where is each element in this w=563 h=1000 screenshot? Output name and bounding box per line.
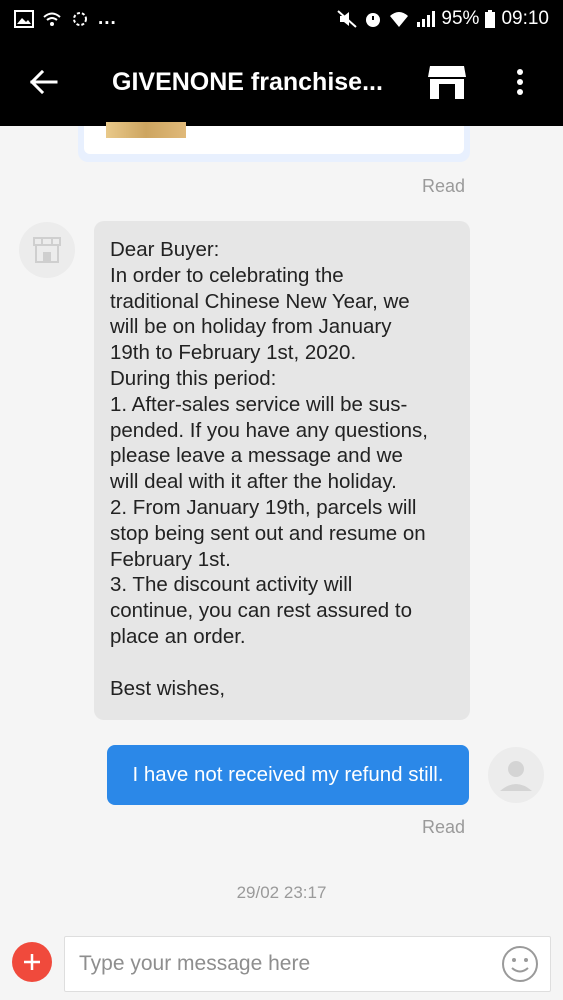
read-receipt: Read: [421, 817, 465, 837]
message-line: Best wishes,: [110, 676, 226, 700]
alarm-icon: [366, 13, 381, 27]
message-line: continue, you can rest assured to: [110, 599, 412, 623]
signal-icon: [417, 11, 436, 27]
add-attachment-button[interactable]: [12, 942, 52, 982]
battery-icon: [485, 10, 496, 28]
read-receipt: Read: [421, 176, 465, 196]
status-bar: ... 95% 09:10: [0, 0, 563, 38]
emoji-icon[interactable]: [500, 944, 540, 984]
store-avatar[interactable]: [19, 222, 75, 278]
app-bar: GIVENONE franchise...: [0, 38, 563, 126]
person-icon: [500, 761, 532, 791]
message-line: February 1st.: [110, 547, 231, 571]
outgoing-message-bubble[interactable]: I have not received my refund still.: [107, 745, 469, 805]
message-line: 1. After-sales service will be sus-: [110, 392, 408, 416]
battery-percent: 95%: [441, 8, 480, 29]
conversation-title: GIVENONE franchise...: [112, 67, 383, 96]
wifi-notification-icon: [43, 12, 61, 26]
product-thumbnail[interactable]: [106, 122, 186, 138]
message-line: In order to celebrating the: [110, 263, 344, 287]
message-line: Dear Buyer:: [110, 238, 220, 261]
message-composer: [0, 930, 563, 1000]
message-line: pended. If you have any questions,: [110, 418, 428, 442]
clock: 09:10: [501, 8, 549, 29]
message-line: place an order.: [110, 624, 246, 648]
store-icon: [33, 237, 61, 263]
plus-icon: [24, 954, 40, 970]
back-button[interactable]: [14, 52, 74, 112]
sync-notification-icon: [73, 12, 87, 26]
store-button[interactable]: [422, 57, 472, 107]
image-notification-icon: [14, 10, 34, 28]
message-line: will deal with it after the holiday.: [110, 470, 397, 494]
wifi-icon: [390, 12, 409, 27]
message-line: 3. The discount activity will: [110, 573, 353, 597]
chat-area[interactable]: Read Dear Buyer: In order to celebrating…: [0, 122, 563, 930]
more-notifications-indicator: ...: [98, 8, 117, 29]
message-line: traditional Chinese New Year, we: [110, 289, 410, 313]
message-line: please leave a message and we: [110, 444, 403, 468]
store-icon: [428, 66, 466, 99]
message-line: During this period:: [110, 366, 277, 390]
message-line: stop being sent out and resume on: [110, 521, 426, 545]
more-vertical-icon: [517, 69, 523, 95]
message-line: 19th to February 1st, 2020.: [110, 341, 357, 365]
message-timestamp: 29/02 23:17: [236, 883, 327, 902]
previous-message-card[interactable]: [78, 122, 470, 162]
message-line: 2. From January 19th, parcels will: [110, 495, 417, 519]
arrow-left-icon: [30, 70, 58, 94]
message-input[interactable]: [64, 936, 551, 992]
user-avatar[interactable]: [488, 747, 544, 803]
more-options-button[interactable]: [500, 57, 540, 107]
mute-icon: [337, 10, 358, 28]
incoming-message-bubble[interactable]: Dear Buyer: In order to celebrating the …: [94, 221, 470, 720]
message-line: will be on holiday from January: [110, 315, 392, 339]
